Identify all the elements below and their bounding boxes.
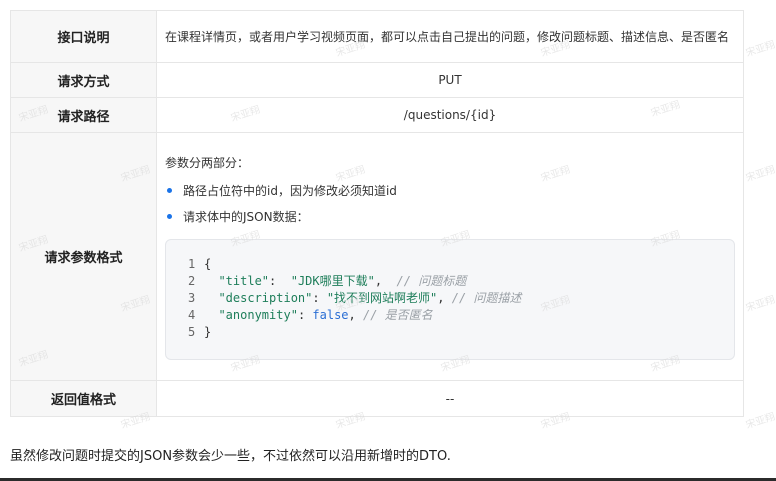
footnote-text: 虽然修改问题时提交的JSON参数会少一些，不过依然可以沿用新增时的DTO. — [10, 449, 451, 464]
watermark: 宋亚翔 — [744, 164, 776, 185]
row-value-params: 参数分两部分： 路径占位符中的id，因为修改必须知道id 请求体中的JSON数据… — [156, 132, 744, 381]
row-label-path: 请求路径 — [10, 97, 157, 133]
code-value: "找不到网站啊老师" — [326, 291, 438, 305]
table-row: 返回值格式 -- — [10, 380, 744, 417]
row-value-path: /questions/{id} — [156, 97, 744, 133]
code-line: 4 "anonymity": false, // 是否匿名 — [188, 307, 712, 324]
row-label-method: 请求方式 — [10, 62, 157, 98]
line-number: 4 — [188, 308, 196, 322]
line-number: 2 — [188, 274, 196, 288]
line-number: 5 — [188, 325, 196, 339]
api-spec-table: 接口说明 在课程详情页，或者用户学习视频页面，都可以点击自己提出的问题，修改问题… — [10, 10, 744, 417]
code-open-brace: { — [204, 257, 212, 271]
row-value-method: PUT — [156, 62, 744, 98]
bullet-dot-icon — [167, 187, 172, 193]
table-row: 接口说明 在课程详情页，或者用户学习视频页面，都可以点击自己提出的问题，修改问题… — [10, 10, 744, 63]
page: 接口说明 在课程详情页，或者用户学习视频页面，都可以点击自己提出的问题，修改问题… — [0, 0, 776, 481]
table-row: 请求路径 /questions/{id} — [10, 97, 744, 133]
code-line: 3 "description": "找不到网站啊老师", // 问题描述 — [188, 290, 712, 307]
code-key: "anonymity" — [218, 308, 298, 322]
watermark: 宋亚翔 — [744, 39, 776, 60]
code-value: false — [312, 308, 349, 322]
params-intro: 参数分两部分： — [165, 156, 250, 170]
code-key: "description" — [218, 291, 313, 305]
code-sep: : — [312, 291, 327, 305]
code-line: 1{ — [188, 256, 712, 273]
code-sep: : — [297, 308, 313, 322]
line-number: 1 — [188, 257, 196, 271]
watermark: 宋亚翔 — [744, 411, 776, 432]
code-value: "JDK哪里下载" — [290, 274, 375, 288]
table-row: 请求参数格式 参数分两部分： 路径占位符中的id，因为修改必须知道id 请求体中… — [10, 132, 744, 381]
code-trail: , — [374, 274, 397, 288]
description-text: 在课程详情页，或者用户学习视频页面，都可以点击自己提出的问题，修改问题标题、描述… — [165, 29, 730, 44]
list-item: 路径占位符中的id，因为修改必须知道id — [165, 177, 735, 203]
table-row: 请求方式 PUT — [10, 62, 744, 98]
code-line: 2 "title": "JDK哪里下载", // 问题标题 — [188, 273, 712, 290]
code-block: 1{ 2 "title": "JDK哪里下载", // 问题标题 3 "desc… — [165, 239, 735, 360]
code-comment: // 问题描述 — [451, 291, 522, 305]
code-line: 5} — [188, 324, 712, 341]
row-value-return: -- — [156, 380, 744, 417]
bullet-text: 路径占位符中的id，因为修改必须知道id — [183, 183, 397, 198]
watermark: 宋亚翔 — [744, 294, 776, 315]
code-comment: // 是否匿名 — [362, 308, 433, 322]
list-item: 请求体中的JSON数据： — [165, 203, 735, 229]
row-value-description: 在课程详情页，或者用户学习视频页面，都可以点击自己提出的问题，修改问题标题、描述… — [156, 10, 744, 63]
code-comment: // 问题标题 — [396, 274, 467, 288]
code-key: "title" — [218, 274, 270, 288]
params-content: 参数分两部分： 路径占位符中的id，因为修改必须知道id 请求体中的JSON数据… — [157, 145, 743, 368]
line-number: 3 — [188, 291, 196, 305]
bullet-text: 请求体中的JSON数据： — [183, 209, 309, 224]
code-close-brace: } — [204, 325, 212, 339]
row-label-description: 接口说明 — [10, 10, 157, 63]
code-trail: , — [437, 291, 452, 305]
bullet-dot-icon — [167, 213, 172, 219]
code-sep: : — [269, 274, 291, 288]
row-label-params: 请求参数格式 — [10, 132, 157, 381]
code-trail: , — [348, 308, 363, 322]
row-label-return: 返回值格式 — [10, 380, 157, 417]
